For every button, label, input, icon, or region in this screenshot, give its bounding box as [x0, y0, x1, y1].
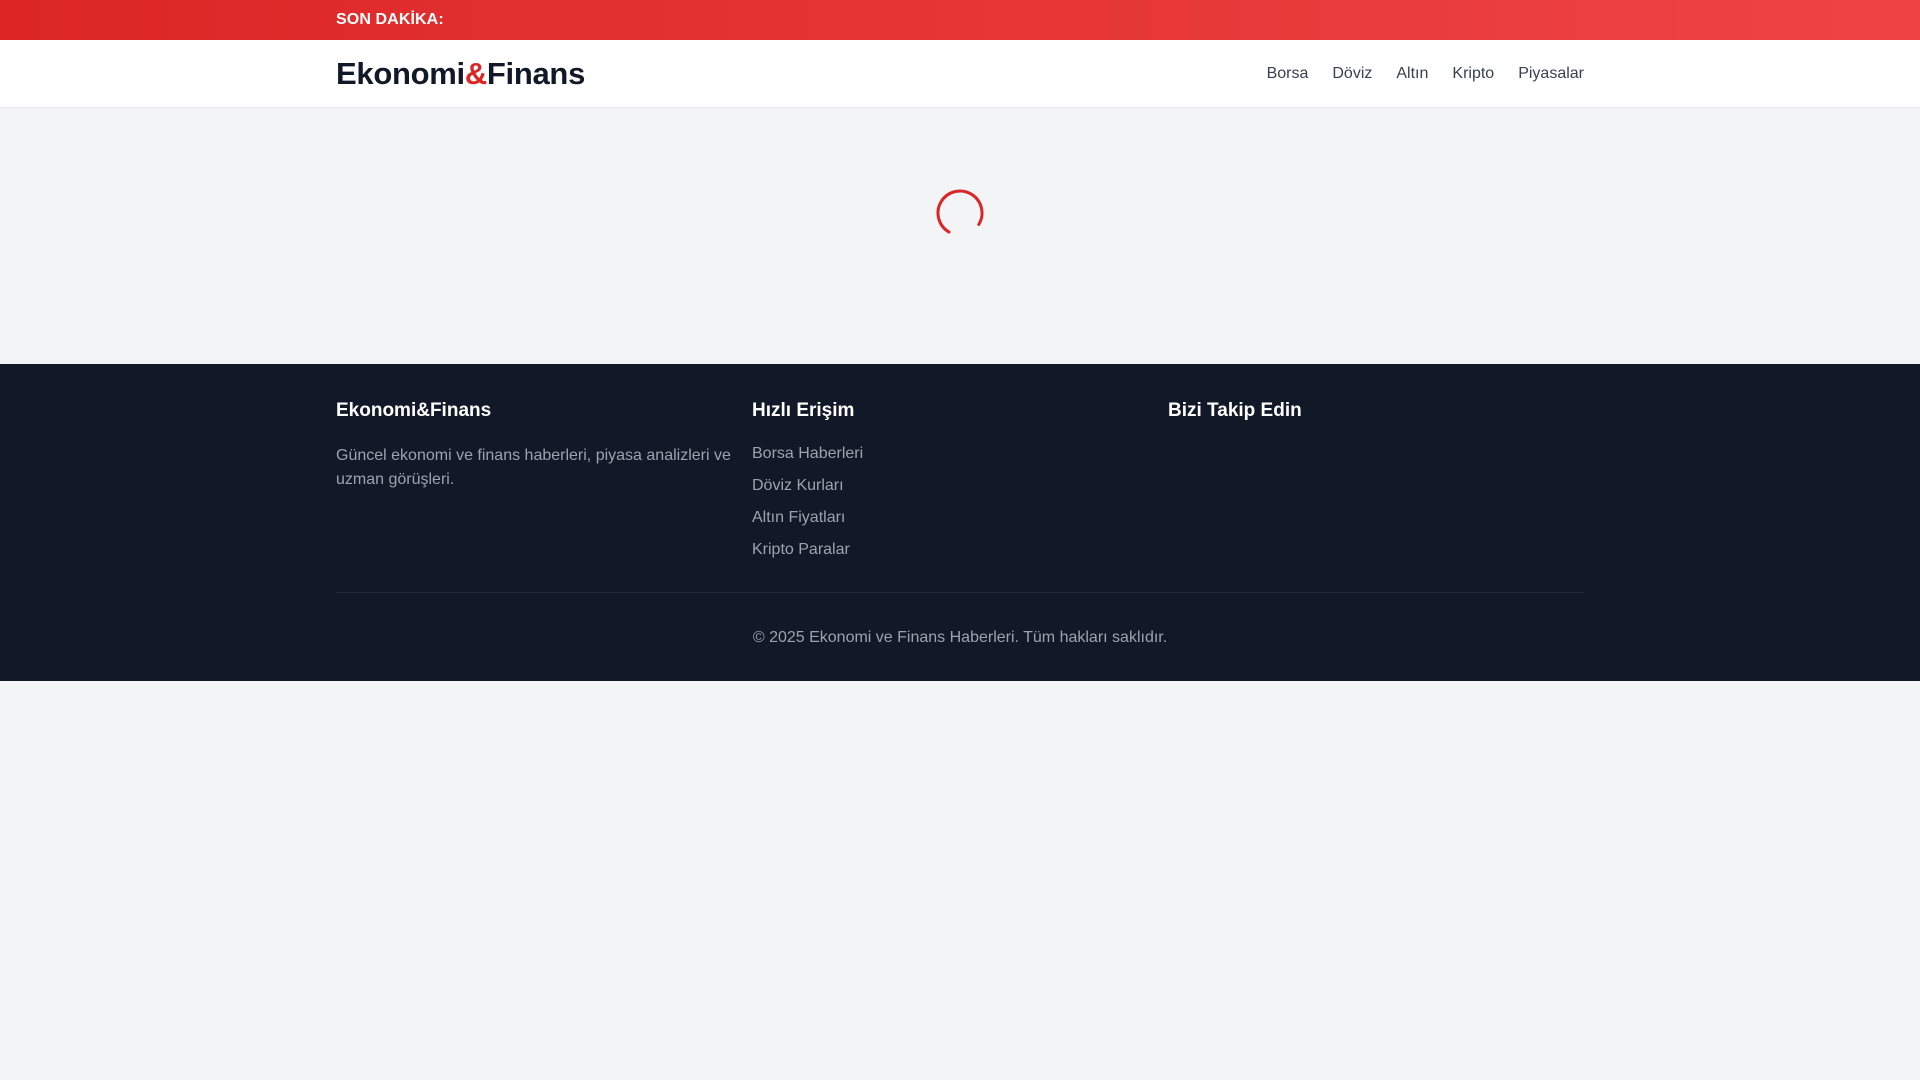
breaking-news-label: SON DAKİKA:: [336, 11, 444, 28]
footer-copyright: © 2025 Ekonomi ve Finans Haberleri. Tüm …: [752, 629, 1168, 646]
footer-link-altin-fiyatlari[interactable]: Altın Fiyatları: [752, 508, 1168, 528]
site-logo[interactable]: Ekonomi&Finans: [336, 56, 585, 92]
footer-brand-description: Güncel ekonomi ve finans haberleri, piya…: [336, 447, 731, 488]
logo-text-ekonomi: Ekonomi: [336, 55, 465, 91]
logo-ampersand: &: [464, 55, 487, 91]
footer-follow-column: Bizi Takip Edin: [1168, 400, 1584, 572]
footer-link-doviz-kurlari[interactable]: Döviz Kurları: [752, 476, 1168, 496]
footer-quick-title: Hızlı Erişim: [752, 400, 855, 421]
nav-item-altin[interactable]: Altın: [1396, 65, 1428, 83]
footer-quick-links-column: Hızlı Erişim Borsa Haberleri Döviz Kurla…: [752, 400, 1168, 572]
nav-item-borsa[interactable]: Borsa: [1267, 65, 1309, 83]
main-content: [0, 108, 1920, 364]
nav-item-piyasalar[interactable]: Piyasalar: [1518, 65, 1584, 83]
nav-item-doviz[interactable]: Döviz: [1332, 65, 1372, 83]
site-header: Ekonomi&Finans Borsa Döviz Altın Kripto …: [0, 40, 1920, 108]
breaking-news-bar: SON DAKİKA:: [0, 0, 1920, 40]
footer-follow-title: Bizi Takip Edin: [1168, 400, 1302, 421]
footer-brand-column: Ekonomi&Finans Güncel ekonomi ve finans …: [336, 400, 752, 572]
site-footer: Ekonomi&Finans Güncel ekonomi ve finans …: [0, 364, 1920, 681]
footer-brand-title: Ekonomi&Finans: [336, 400, 492, 421]
nav-item-kripto[interactable]: Kripto: [1452, 65, 1494, 83]
main-nav: Borsa Döviz Altın Kripto Piyasalar: [1243, 65, 1584, 83]
footer-link-borsa-haberleri[interactable]: Borsa Haberleri: [752, 444, 1168, 464]
spinner-icon: [936, 189, 984, 237]
logo-text-finans: Finans: [486, 55, 586, 91]
footer-link-kripto-paralar[interactable]: Kripto Paralar: [752, 540, 1168, 560]
